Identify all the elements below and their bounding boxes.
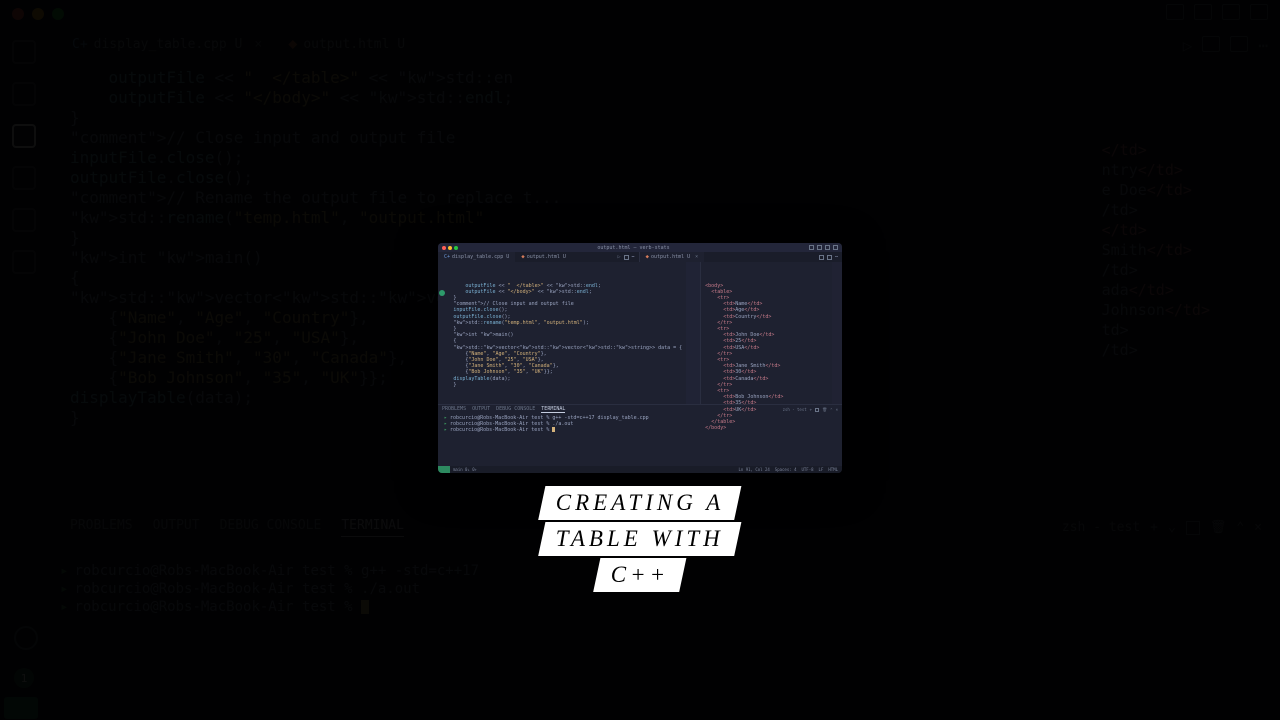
cw-right-tabs: ⬥ output.html U ×: [639, 252, 819, 262]
cw-left-editor[interactable]: outputFile << " </table>" << "kw">std::e…: [449, 262, 686, 404]
cw-tab-output[interactable]: OUTPUT: [472, 406, 490, 413]
cw-right-editor-actions: ⋯: [819, 252, 842, 262]
cw-gutter: [438, 262, 449, 404]
cw-editor-body: outputFile << " </table>" << "kw">std::e…: [438, 262, 842, 404]
cw-layout-icon[interactable]: [833, 245, 838, 250]
cw-status-encoding[interactable]: UTF-8: [801, 467, 813, 472]
cw-layout-controls: [809, 245, 838, 250]
caption-line-1: CREATING A: [538, 486, 742, 520]
cw-tab-terminal[interactable]: TERMINAL: [541, 406, 565, 413]
cw-status-right: Ln 91, Col 24 Spaces: 4 UTF-8 LF HTML: [738, 467, 842, 472]
cw-tab-label: display_table.cpp U: [452, 254, 509, 260]
cw-more-icon[interactable]: ⋯: [632, 254, 635, 260]
cw-status-eol[interactable]: LF: [819, 467, 824, 472]
cw-tab-label: output.html U: [527, 254, 566, 260]
cw-status-spaces[interactable]: Spaces: 4: [775, 467, 797, 472]
cw-run-icon[interactable]: ▷: [617, 254, 620, 260]
cw-remote-indicator-icon[interactable]: [438, 466, 450, 473]
cw-tab-label: output.html U: [651, 254, 690, 260]
cw-panel-right-icon[interactable]: [825, 245, 830, 250]
center-vscode-window: output.html — verb-stats C+ display_tabl…: [438, 243, 842, 473]
cw-tab-html-right[interactable]: ⬥ output.html U ×: [640, 252, 705, 262]
html-file-icon: ⬥: [521, 254, 525, 260]
cw-tab-problems[interactable]: PROBLEMS: [442, 406, 466, 413]
cw-window-title: output.html — verb-stats: [597, 245, 669, 251]
cw-left-editor-actions: ▷ ⋯: [617, 252, 638, 262]
cw-minimize-icon[interactable]: [448, 246, 452, 250]
cw-status-branch[interactable]: main 0↓ 0↑: [453, 467, 477, 472]
cw-status-lang[interactable]: HTML: [828, 467, 838, 472]
cw-panel-tabs: PROBLEMS OUTPUT DEBUG CONSOLE TERMINAL: [442, 406, 565, 413]
cw-left-minimap[interactable]: [686, 262, 700, 404]
cw-split-icon[interactable]: [624, 255, 629, 260]
cw-preview-icon[interactable]: [819, 255, 824, 260]
cw-split-icon[interactable]: [827, 255, 832, 260]
cw-left-tabs: C+ display_table.cpp U ⬥ output.html U: [438, 252, 617, 262]
cw-close-tab-icon[interactable]: ×: [695, 254, 698, 260]
cw-close-icon[interactable]: [442, 246, 446, 250]
cpp-file-icon: C+: [444, 254, 450, 260]
cw-tab-cpp[interactable]: C+ display_table.cpp U: [438, 252, 515, 262]
cw-more-icon[interactable]: ⋯: [835, 254, 838, 260]
cw-status-bar: main 0↓ 0↑ Ln 91, Col 24 Spaces: 4 UTF-8…: [438, 466, 842, 473]
cw-maximize-icon[interactable]: [454, 246, 458, 250]
cw-right-editor[interactable]: <body> <table> <tr> <td>Name</td> <td>Ag…: [700, 262, 842, 404]
cw-tab-row: C+ display_table.cpp U ⬥ output.html U ▷…: [438, 252, 842, 262]
cw-titlebar: output.html — verb-stats: [438, 243, 842, 252]
caption-line-2: TABLE WITH: [538, 522, 741, 556]
cw-status-position[interactable]: Ln 91, Col 24: [738, 467, 769, 472]
cw-tab-debug-console[interactable]: DEBUG CONSOLE: [496, 406, 535, 413]
cw-right-minimap[interactable]: [832, 262, 842, 404]
caption-line-3: C++: [593, 558, 687, 592]
video-caption: CREATING A TABLE WITH C++: [542, 486, 738, 592]
html-file-icon: ⬥: [646, 254, 650, 260]
cw-tab-html-left[interactable]: ⬥ output.html U: [515, 252, 572, 262]
cw-panel-left-icon[interactable]: [809, 245, 814, 250]
cw-panel-bottom-icon[interactable]: [817, 245, 822, 250]
